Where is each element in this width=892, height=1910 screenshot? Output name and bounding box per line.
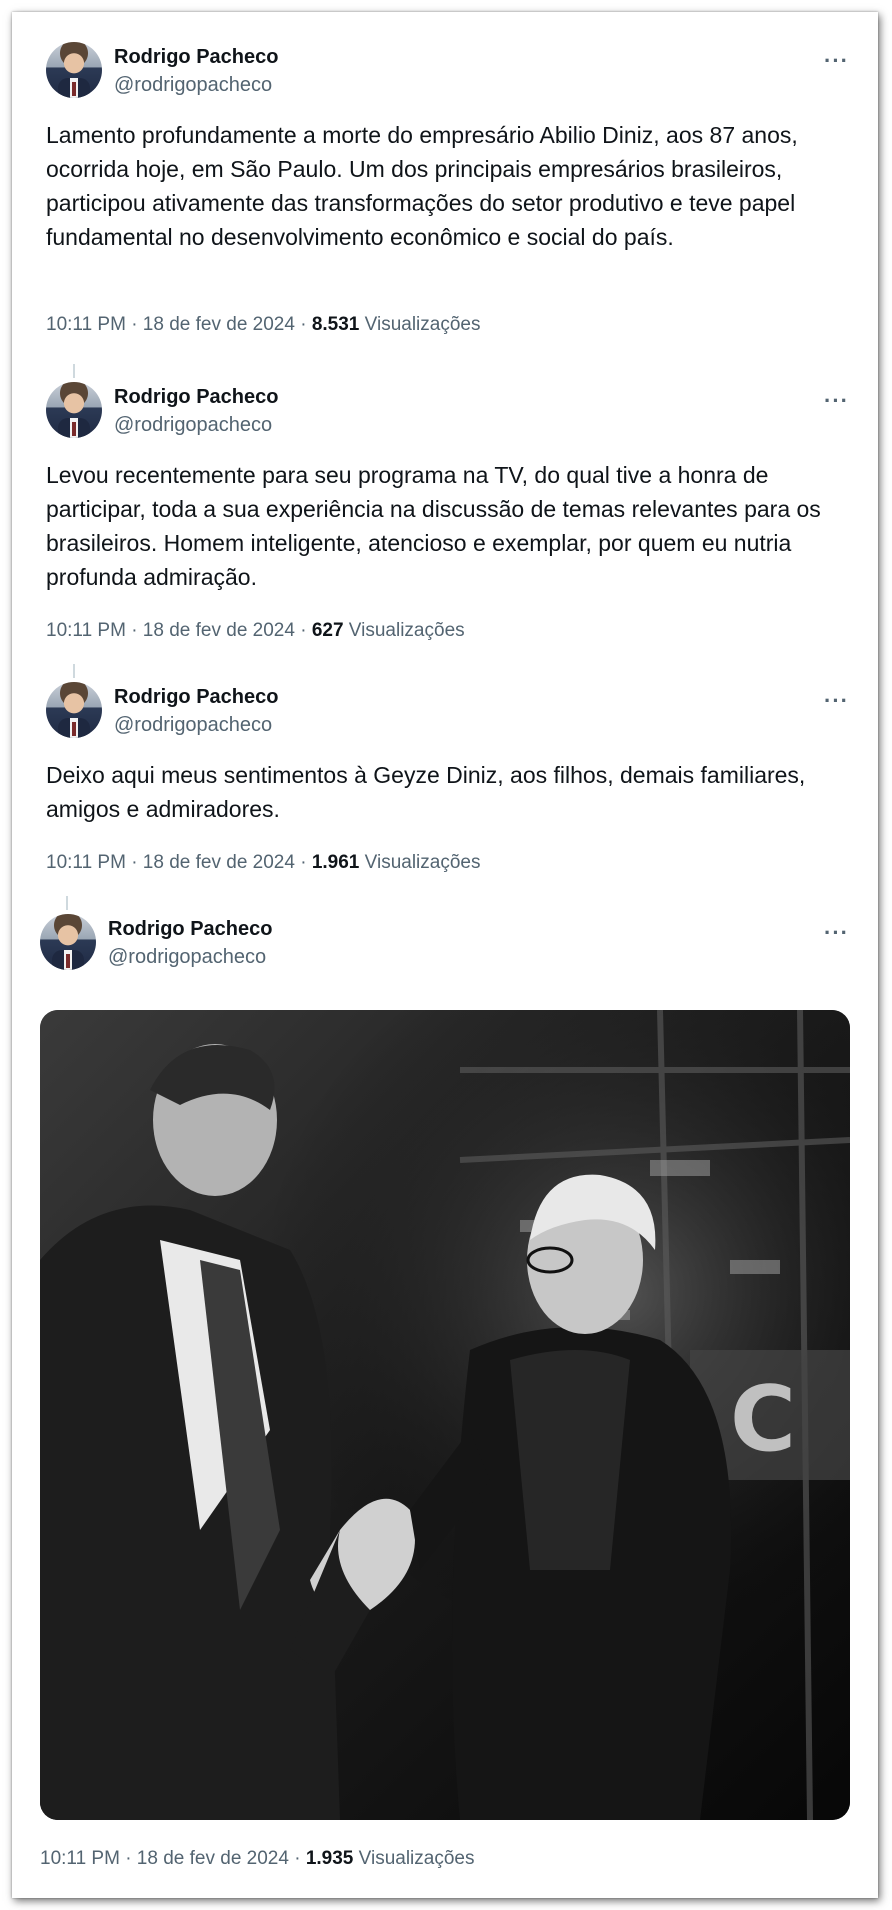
thread-connector [66,896,68,910]
tweet-meta[interactable]: 10:11 PM · 18 de fev de 2024 · 1.935 Vis… [40,1848,474,1870]
avatar[interactable] [46,42,102,98]
tweet-text: Levou recentemente para seu programa na … [46,462,821,590]
author-name[interactable]: Rodrigo Pacheco [114,686,278,709]
tweet-thread-card: Rodrigo Pacheco @rodrigopacheco ··· Lame… [12,12,878,1898]
tweet-photo[interactable]: C [40,1010,850,1820]
view-count: 627 [311,620,344,641]
view-count: 1.935 [305,1848,354,1869]
more-options-icon[interactable]: ··· [824,690,849,712]
views-label: Visualizações [359,852,481,873]
view-count: 8.531 [311,314,360,335]
avatar[interactable] [40,914,96,970]
avatar[interactable] [46,382,102,438]
author-name[interactable]: Rodrigo Pacheco [108,918,272,941]
views-label: Visualizações [359,314,481,335]
views-label: Visualizações [343,620,465,641]
author-handle[interactable]: @rodrigopacheco [108,946,266,969]
tweet-timestamp[interactable]: 10:11 PM · 18 de fev de 2024 · [46,620,312,641]
author-handle[interactable]: @rodrigopacheco [114,74,272,97]
svg-text:C: C [730,1367,796,1472]
tweet-meta[interactable]: 10:11 PM · 18 de fev de 2024 · 1.961 Vis… [46,852,480,874]
more-options-icon[interactable]: ··· [824,390,849,412]
thread-connector [73,364,75,378]
view-count: 1.961 [311,852,360,873]
author-name[interactable]: Rodrigo Pacheco [114,386,278,409]
tweet-timestamp[interactable]: 10:11 PM · 18 de fev de 2024 · [40,1848,306,1869]
more-options-icon[interactable]: ··· [824,922,849,944]
views-label: Visualizações [353,1848,475,1869]
avatar[interactable] [46,682,102,738]
author-handle[interactable]: @rodrigopacheco [114,414,272,437]
handshake-photo: C [40,1010,850,1820]
author-name[interactable]: Rodrigo Pacheco [114,46,278,69]
tweet-meta[interactable]: 10:11 PM · 18 de fev de 2024 · 627 Visua… [46,620,465,642]
author-handle[interactable]: @rodrigopacheco [114,714,272,737]
tweet-timestamp[interactable]: 10:11 PM · 18 de fev de 2024 · [46,852,312,873]
tweet-meta[interactable]: 10:11 PM · 18 de fev de 2024 · 8.531 Vis… [46,314,480,336]
tweet-text: Lamento profundamente a morte do empresá… [46,122,798,250]
thread-connector [73,664,75,678]
tweet-timestamp[interactable]: 10:11 PM · 18 de fev de 2024 · [46,314,312,335]
more-options-icon[interactable]: ··· [824,50,849,72]
tweet-text: Deixo aqui meus sentimentos à Geyze Dini… [46,762,806,822]
